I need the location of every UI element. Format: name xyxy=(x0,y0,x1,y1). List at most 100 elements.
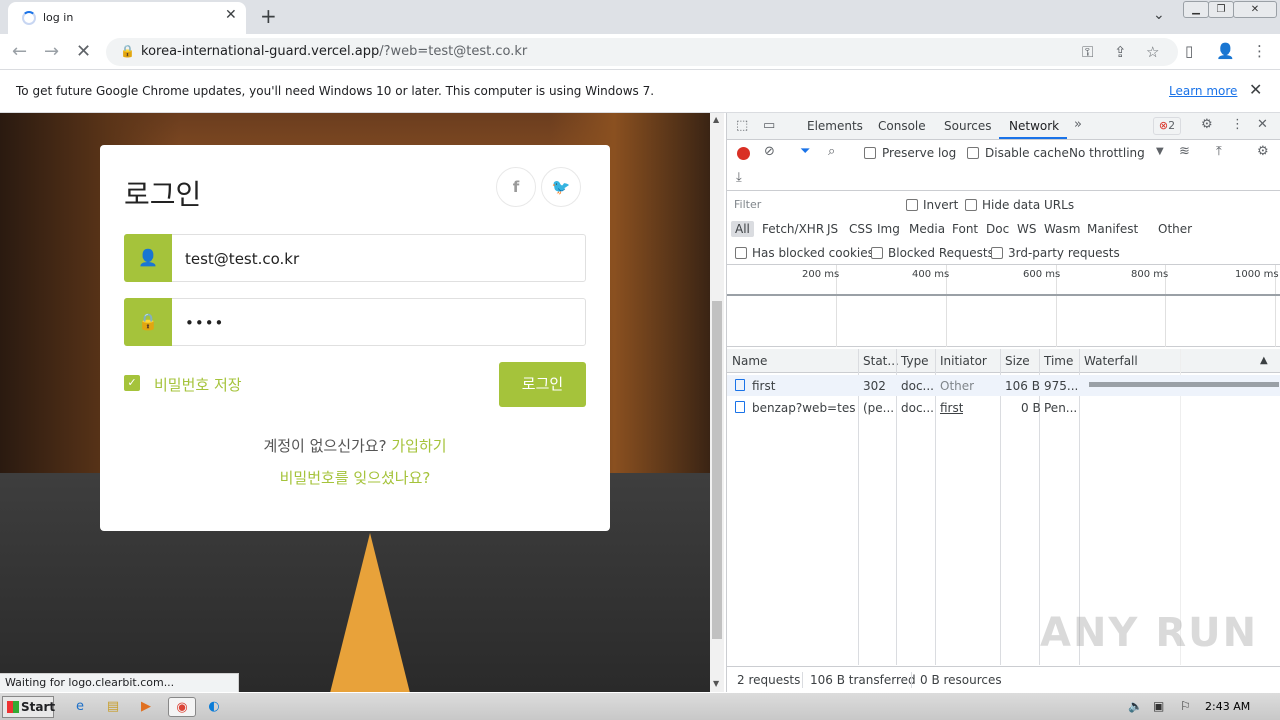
new-tab-icon[interactable]: + xyxy=(260,4,277,28)
throttling-select[interactable]: No throttling xyxy=(1069,146,1145,160)
restore-button[interactable]: ❐ xyxy=(1208,1,1234,18)
table-row[interactable]: first 302 doc... Other 106 B 975... xyxy=(727,375,1280,396)
url-text[interactable]: korea-international-guard.vercel.app/?we… xyxy=(141,44,527,59)
side-panel-icon[interactable]: ▯ xyxy=(1185,42,1193,60)
col-type[interactable]: Type xyxy=(901,354,929,368)
tab-network[interactable]: Network xyxy=(1009,119,1059,133)
export-har-icon[interactable]: ⤓ xyxy=(736,170,742,185)
network-conditions-icon[interactable]: ≋ xyxy=(1179,144,1190,159)
network-icon[interactable]: ▣ xyxy=(1153,699,1164,713)
row-name[interactable]: benzap?web=tes... xyxy=(752,401,856,415)
invert-checkbox[interactable] xyxy=(906,199,918,211)
settings-gear-icon[interactable]: ⚙ xyxy=(1201,117,1213,132)
third-party-label[interactable]: 3rd-party requests xyxy=(1008,246,1120,260)
record-icon[interactable] xyxy=(737,147,750,160)
start-button[interactable]: Start xyxy=(2,696,55,718)
preserve-log-label[interactable]: Preserve log xyxy=(882,146,956,160)
import-har-icon[interactable]: ⤒ xyxy=(1216,144,1222,159)
email-value[interactable]: test@test.co.kr xyxy=(185,250,299,268)
tab-search-chevron-icon[interactable]: ⌄ xyxy=(1153,7,1165,23)
preserve-log-checkbox[interactable] xyxy=(864,147,876,159)
lock-icon[interactable]: 🔒 xyxy=(120,44,135,58)
remember-checkbox[interactable]: ✓ xyxy=(124,375,140,391)
col-status[interactable]: Stat... xyxy=(863,354,899,368)
type-filter-media[interactable]: Media xyxy=(909,222,945,236)
type-filter-font[interactable]: Font xyxy=(952,222,978,236)
tab-console[interactable]: Console xyxy=(878,119,926,133)
learn-more-link[interactable]: Learn more xyxy=(1169,84,1237,98)
chrome-icon[interactable]: ◉ xyxy=(168,697,196,717)
error-count-badge[interactable]: ⊗2 xyxy=(1153,117,1181,135)
key-icon[interactable]: ⚿ xyxy=(1082,43,1093,61)
network-overview-timeline[interactable]: 200 ms 400 ms 600 ms 800 ms 1000 ms xyxy=(727,265,1280,347)
has-blocked-cookies-label[interactable]: Has blocked cookies xyxy=(752,246,874,260)
type-filter-ws[interactable]: WS xyxy=(1017,222,1036,236)
share-icon[interactable]: ⇪ xyxy=(1114,43,1127,61)
type-filter-css[interactable]: CSS xyxy=(849,222,873,236)
password-value[interactable]: •••• xyxy=(185,314,224,332)
address-bar[interactable]: 🔒 korea-international-guard.vercel.app/?… xyxy=(106,38,1178,66)
forgot-password-link[interactable]: 비밀번호를 잊으셨나요? xyxy=(100,467,610,488)
blocked-requests-label[interactable]: Blocked Requests xyxy=(888,246,994,260)
blocked-requests-checkbox[interactable] xyxy=(871,247,883,259)
page-scrollbar[interactable]: ▲ ▼ xyxy=(710,113,724,692)
clear-icon[interactable]: ⊘ xyxy=(764,144,775,159)
invert-label[interactable]: Invert xyxy=(923,198,958,212)
password-field[interactable]: 🔒 •••• xyxy=(124,298,586,346)
inspect-element-icon[interactable]: ⬚ xyxy=(736,118,748,133)
sort-ascending-icon[interactable]: ▲ xyxy=(1260,355,1268,366)
scroll-down-icon[interactable]: ▼ xyxy=(713,679,719,688)
media-player-icon[interactable]: ▶ xyxy=(136,697,156,717)
has-blocked-cookies-checkbox[interactable] xyxy=(735,247,747,259)
browser-tab[interactable]: log in ✕ xyxy=(8,2,246,34)
col-initiator[interactable]: Initiator xyxy=(940,354,987,368)
type-filter-wasm[interactable]: Wasm xyxy=(1044,222,1080,236)
type-filter-js[interactable]: JS xyxy=(827,222,838,236)
login-button[interactable]: 로그인 xyxy=(499,362,586,407)
table-row[interactable]: benzap?web=tes... (pe... doc... first 0 … xyxy=(727,397,1280,418)
row-name[interactable]: first xyxy=(752,379,856,393)
hide-data-urls-checkbox[interactable] xyxy=(965,199,977,211)
bookmark-star-icon[interactable]: ☆ xyxy=(1146,43,1159,61)
taskbar-clock[interactable]: 2:43 AM xyxy=(1205,700,1250,713)
more-tabs-icon[interactable]: » xyxy=(1074,117,1082,132)
explorer-folder-icon[interactable]: ▤ xyxy=(103,697,123,717)
type-filter-fetch-xhr[interactable]: Fetch/XHR xyxy=(762,222,824,236)
tab-close-icon[interactable]: ✕ xyxy=(225,7,237,23)
forward-icon[interactable]: → xyxy=(44,41,59,62)
type-filter-all[interactable]: All xyxy=(731,221,754,237)
scrollbar-thumb[interactable] xyxy=(712,301,722,639)
third-party-checkbox[interactable] xyxy=(991,247,1003,259)
minimize-button[interactable]: ▁ xyxy=(1183,1,1209,18)
network-settings-icon[interactable]: ⚙ xyxy=(1257,144,1269,159)
col-size[interactable]: Size xyxy=(1005,354,1030,368)
menu-kebab-icon[interactable]: ⋮ xyxy=(1252,42,1267,60)
row-initiator-link[interactable]: first xyxy=(940,401,963,415)
col-name[interactable]: Name xyxy=(732,354,767,368)
hide-data-urls-label[interactable]: Hide data URLs xyxy=(982,198,1074,212)
signup-link[interactable]: 가입하기 xyxy=(391,437,446,455)
type-filter-doc[interactable]: Doc xyxy=(986,222,1009,236)
twitter-icon[interactable]: 🐦 xyxy=(541,167,581,207)
device-toolbar-icon[interactable]: ▭ xyxy=(763,118,775,133)
tab-elements[interactable]: Elements xyxy=(807,119,863,133)
col-time[interactable]: Time xyxy=(1044,354,1073,368)
throttling-dropdown-icon[interactable]: ▼ xyxy=(1156,146,1164,157)
disable-cache-label[interactable]: Disable cache xyxy=(985,146,1069,160)
back-icon[interactable]: ← xyxy=(12,41,27,62)
close-window-button[interactable]: ✕ xyxy=(1233,1,1277,18)
filter-icon[interactable]: ⏷ xyxy=(800,144,810,159)
facebook-icon[interactable]: f xyxy=(496,167,536,207)
type-filter-other[interactable]: Other xyxy=(1158,222,1192,236)
email-field[interactable]: 👤 test@test.co.kr xyxy=(124,234,586,282)
stop-icon[interactable]: ✕ xyxy=(76,41,91,62)
remember-label[interactable]: 비밀번호 저장 xyxy=(154,374,242,395)
tab-sources[interactable]: Sources xyxy=(944,119,991,133)
ie-icon[interactable]: e xyxy=(70,697,90,717)
disable-cache-checkbox[interactable] xyxy=(967,147,979,159)
scroll-up-icon[interactable]: ▲ xyxy=(713,115,719,124)
search-icon[interactable]: ⌕ xyxy=(828,144,835,159)
edge-icon[interactable]: ◐ xyxy=(204,697,224,717)
type-filter-img[interactable]: Img xyxy=(877,222,900,236)
col-waterfall[interactable]: Waterfall xyxy=(1084,354,1138,368)
